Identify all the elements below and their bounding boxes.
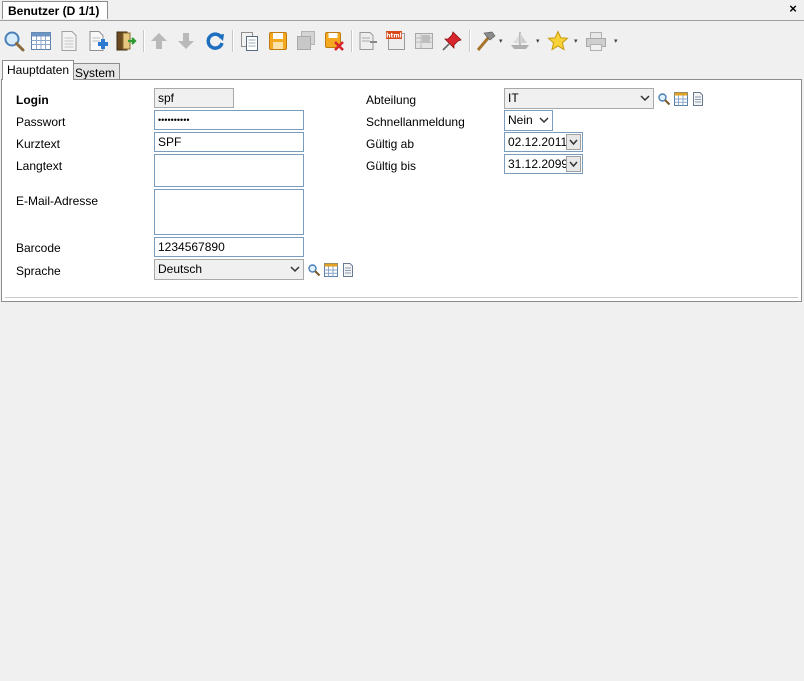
chevron-down-icon[interactable]: ▾ <box>499 38 504 45</box>
exit-icon[interactable] <box>114 29 138 53</box>
table-icon[interactable] <box>674 92 688 106</box>
gueltig-bis-value: 31.12.2099 <box>508 157 569 171</box>
copy-icon[interactable] <box>238 29 262 53</box>
svg-text:html: html <box>386 33 401 40</box>
chevron-down-icon <box>290 266 300 273</box>
toolbar: html ▾ ▾ ▾ ▾ <box>0 21 804 59</box>
chevron-down-icon <box>569 161 578 168</box>
pin-icon[interactable] <box>440 29 464 53</box>
abteilung-label: Abteilung <box>366 93 417 107</box>
refresh-icon[interactable] <box>203 29 227 53</box>
chevron-down-icon[interactable]: ▾ <box>614 38 619 45</box>
arrow-up-icon[interactable] <box>147 29 171 53</box>
abteilung-select[interactable]: IT <box>504 88 654 109</box>
sprache-select-value: Deutsch <box>158 262 203 276</box>
form-panel <box>1 79 802 302</box>
document-icon[interactable] <box>691 92 705 106</box>
gueltig-bis-label: Gültig bis <box>366 159 417 173</box>
barcode-label: Barcode <box>16 241 61 255</box>
save-icon[interactable] <box>266 29 290 53</box>
form-tabs: Hauptdaten System <box>0 60 804 81</box>
document-icon[interactable] <box>57 29 81 53</box>
arrow-down-icon[interactable] <box>174 29 198 53</box>
login-field[interactable]: spf <box>154 88 234 108</box>
password-field[interactable]: •••••••••• <box>154 110 304 130</box>
chevron-down-icon[interactable]: ▾ <box>536 38 541 45</box>
passwort-label: Passwort <box>16 115 66 129</box>
search-icon[interactable] <box>657 92 671 106</box>
chevron-down-icon <box>569 139 578 146</box>
schnellanmeldung-label: Schnellanmeldung <box>366 115 465 129</box>
chevron-down-icon <box>640 95 650 102</box>
toolbar-separator <box>232 30 234 52</box>
login-label: Login <box>16 93 49 107</box>
excel-icon[interactable] <box>412 29 436 53</box>
barcode-field[interactable]: 1234567890 <box>154 237 304 257</box>
printer-icon[interactable] <box>584 29 608 53</box>
tab-hauptdaten[interactable]: Hauptdaten <box>2 60 75 80</box>
html-icon[interactable]: html <box>384 29 408 53</box>
ship-icon[interactable] <box>508 29 532 53</box>
document-tab-bar: Benutzer (D 1/1) × <box>0 0 804 21</box>
datepicker-dropdown-button[interactable] <box>566 134 581 150</box>
langtext-label: Langtext <box>16 159 63 173</box>
toolbar-separator <box>143 30 145 52</box>
hammer-icon[interactable] <box>474 29 498 53</box>
kurztext-field[interactable]: SPF <box>154 132 304 152</box>
save-all-icon[interactable] <box>294 29 318 53</box>
search-icon[interactable] <box>307 263 321 277</box>
datepicker-dropdown-button[interactable] <box>566 156 581 172</box>
email-field[interactable] <box>154 189 304 235</box>
email-label: E-Mail-Adresse <box>16 194 99 208</box>
document-tab[interactable]: Benutzer (D 1/1) <box>2 1 108 19</box>
toolbar-separator <box>351 30 353 52</box>
gueltig-bis-datepicker[interactable]: 31.12.2099 <box>504 154 583 174</box>
close-icon[interactable]: × <box>785 1 801 17</box>
chevron-down-icon[interactable]: ▾ <box>574 38 579 45</box>
schnellanmeldung-select[interactable]: Nein <box>504 110 553 131</box>
abteilung-select-value: IT <box>508 91 519 105</box>
chevron-down-icon <box>539 117 549 124</box>
star-icon[interactable] <box>546 29 570 53</box>
gueltig-ab-label: Gültig ab <box>366 137 415 151</box>
document-icon[interactable] <box>341 263 355 277</box>
table-icon[interactable] <box>324 263 338 277</box>
save-delete-icon[interactable] <box>322 29 346 53</box>
search-icon[interactable] <box>2 29 26 53</box>
sprache-select[interactable]: Deutsch <box>154 259 304 280</box>
langtext-field[interactable] <box>154 154 304 187</box>
table-icon[interactable] <box>29 29 53 53</box>
gueltig-ab-value: 02.12.2011 <box>508 135 568 149</box>
toolbar-separator <box>469 30 471 52</box>
gueltig-ab-datepicker[interactable]: 02.12.2011 <box>504 132 583 152</box>
export-icon[interactable] <box>356 29 380 53</box>
new-document-icon[interactable] <box>86 29 110 53</box>
schnellanmeldung-select-value: Nein <box>508 113 533 127</box>
sprache-label: Sprache <box>16 264 61 278</box>
kurztext-label: Kurztext <box>16 137 61 151</box>
